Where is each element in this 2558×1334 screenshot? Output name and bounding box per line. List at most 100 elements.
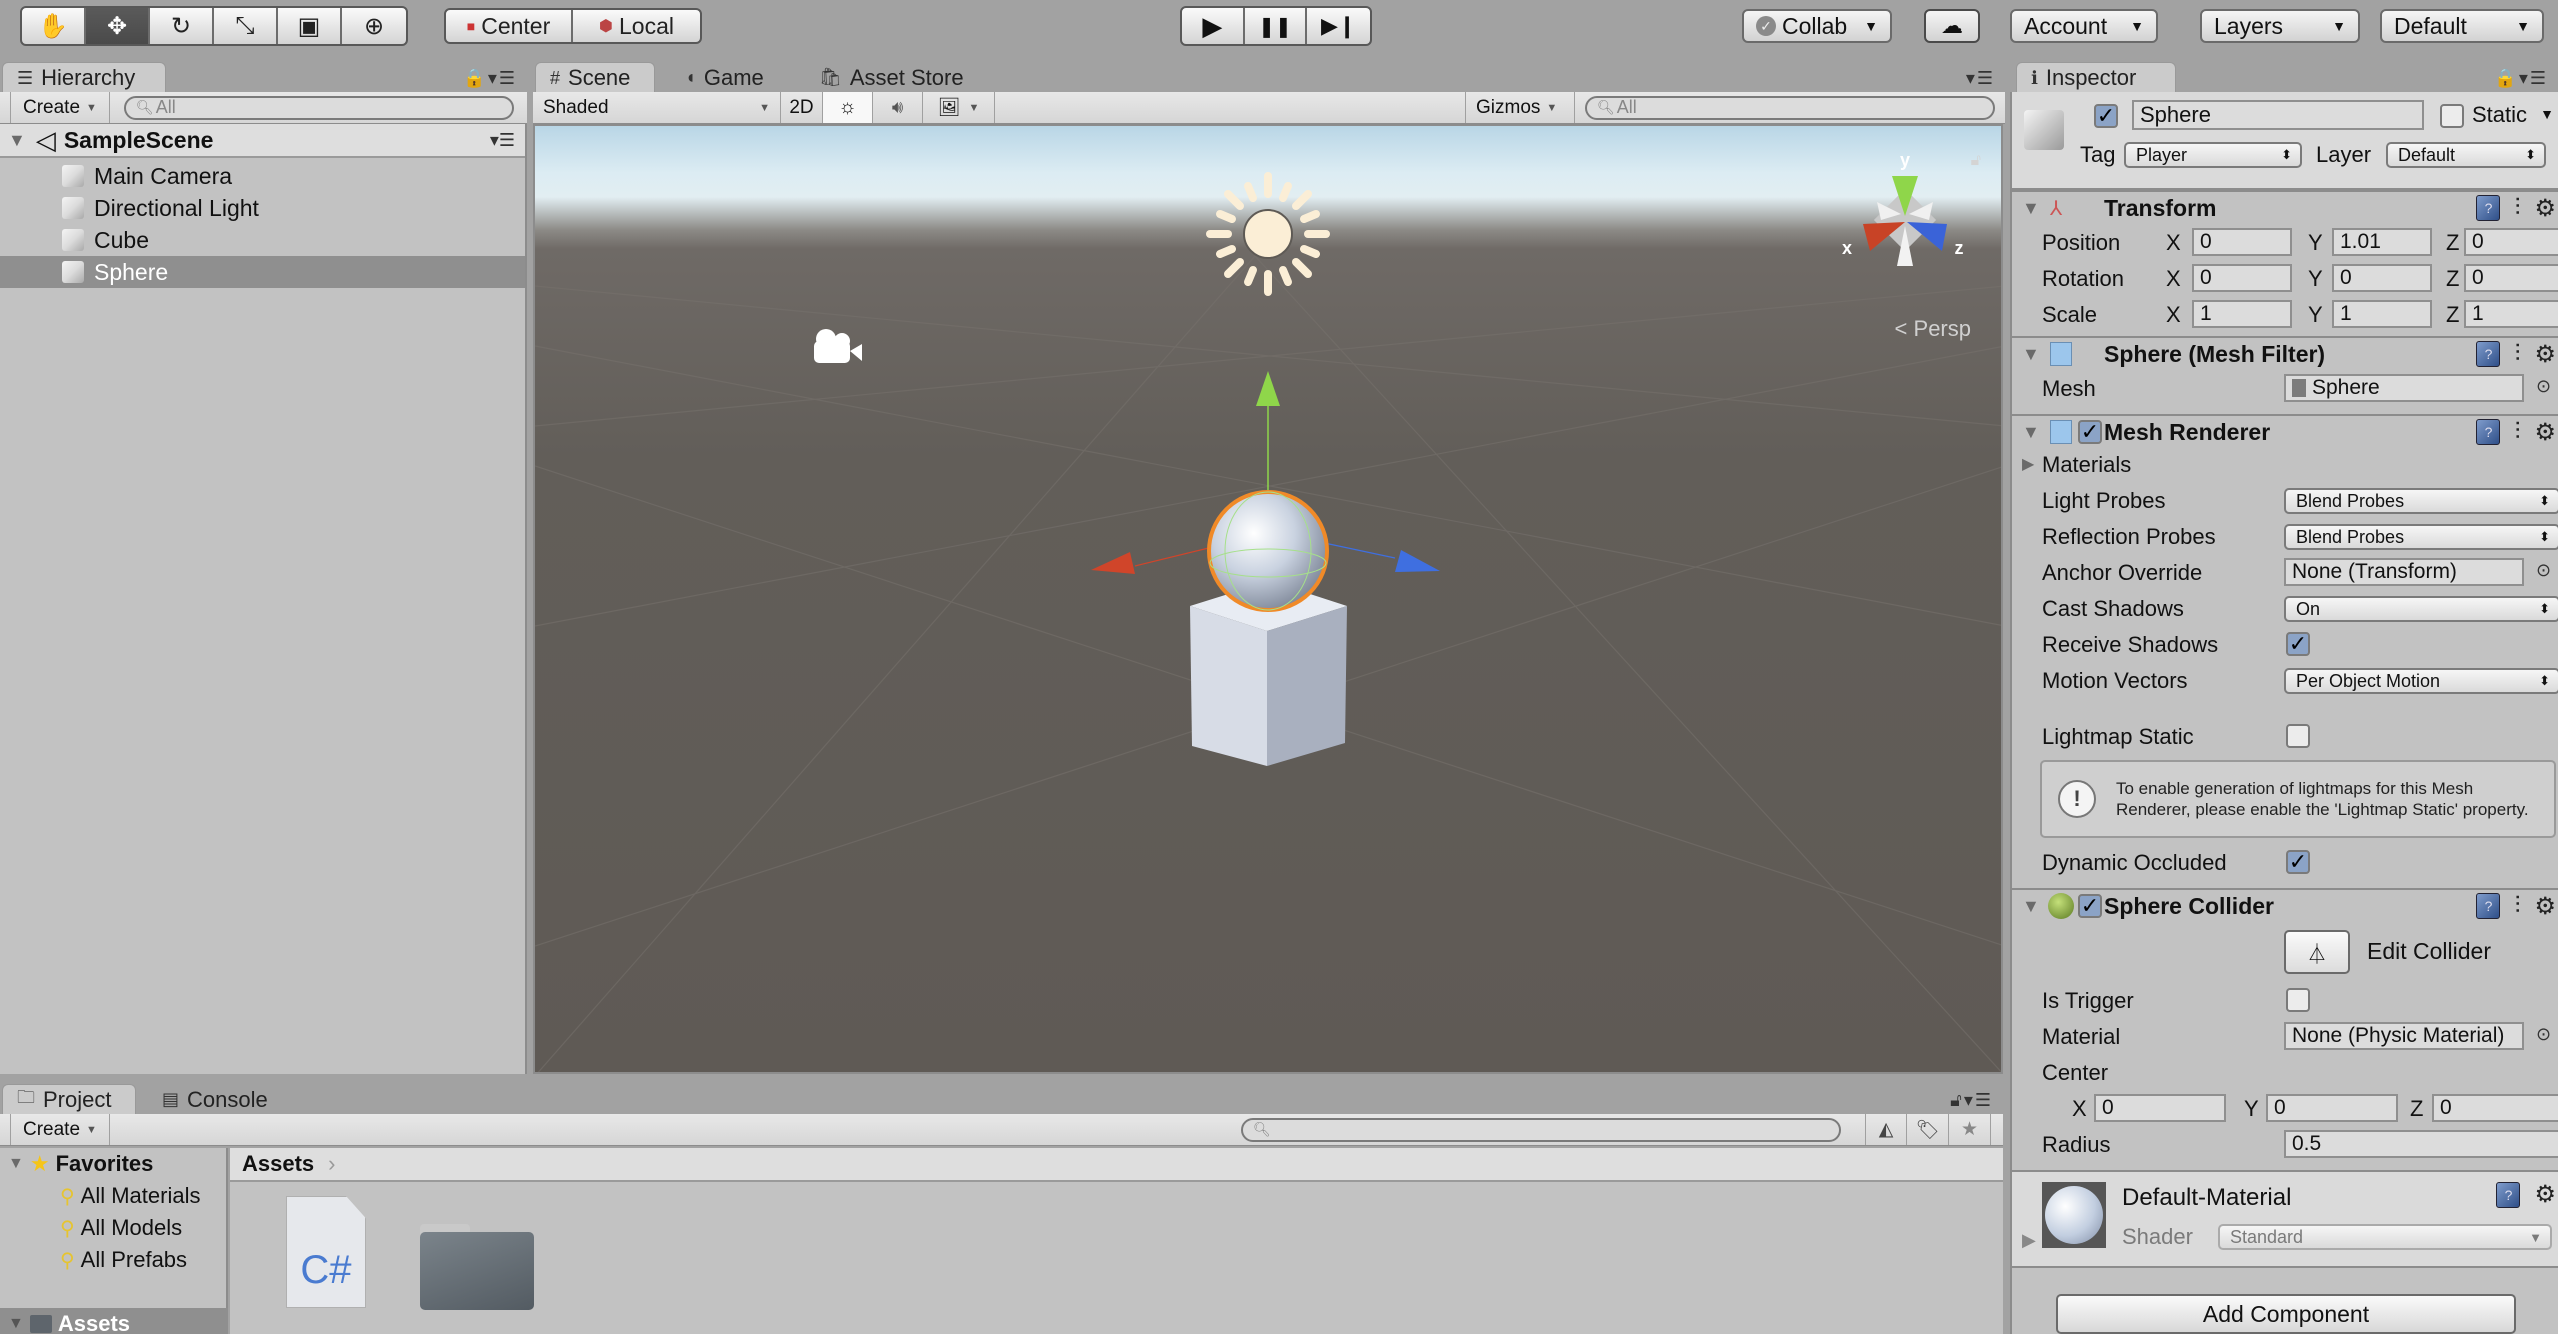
- center-z-input[interactable]: 0: [2432, 1094, 2558, 1122]
- z-axis-handle[interactable]: [1395, 550, 1440, 572]
- position-y-input[interactable]: 1.01: [2332, 228, 2432, 256]
- sphere-collider-enabled-checkbox[interactable]: ✓: [2078, 894, 2102, 918]
- mesh-renderer-enabled-checkbox[interactable]: ✓: [2078, 420, 2102, 444]
- tab-project[interactable]: 🗀 Project: [2, 1084, 136, 1115]
- hierarchy-item[interactable]: Directional Light: [0, 192, 525, 224]
- pivot-mode-button[interactable]: ■ Center: [446, 10, 574, 42]
- assets-folder-row[interactable]: ▼ Assets: [0, 1308, 228, 1334]
- camera-gizmo-icon[interactable]: [814, 329, 862, 363]
- receive-shadows-checkbox[interactable]: ✓: [2286, 632, 2310, 656]
- static-checkbox[interactable]: [2440, 104, 2464, 128]
- object-picker-icon[interactable]: ⊙: [2536, 376, 2551, 397]
- help-book-icon[interactable]: ?: [2476, 195, 2501, 221]
- help-book-icon[interactable]: ?: [2476, 893, 2501, 919]
- audio-toggle[interactable]: 🔊︎: [873, 92, 923, 123]
- step-button[interactable]: ▶❙: [1307, 8, 1370, 44]
- tab-console[interactable]: ▤ Console: [148, 1084, 284, 1115]
- reflection-probes-dropdown[interactable]: Blend Probes ⬍: [2284, 524, 2558, 550]
- tag-dropdown[interactable]: Player ⬍: [2124, 142, 2302, 168]
- pause-button[interactable]: ❚❚: [1245, 8, 1308, 44]
- gear-icon[interactable]: ⚙: [2534, 418, 2556, 447]
- favorite-button[interactable]: ★: [1949, 1114, 1991, 1145]
- favorite-item[interactable]: ⚲ All Models: [60, 1212, 182, 1244]
- csharp-script-asset[interactable]: C#: [286, 1196, 366, 1308]
- projection-toggle[interactable]: < Persp: [1895, 316, 1971, 342]
- collider-material-field[interactable]: None (Physic Material): [2284, 1022, 2524, 1050]
- motion-vectors-dropdown[interactable]: Per Object Motion ⬍: [2284, 668, 2558, 694]
- center-y-input[interactable]: 0: [2266, 1094, 2398, 1122]
- transform-tool-button[interactable]: ⊕: [342, 8, 406, 44]
- collapse-triangle-icon[interactable]: ▼: [2022, 344, 2040, 365]
- panel-lock-menu-icon[interactable]: 🔒▾☰: [463, 68, 517, 89]
- scene-header-row[interactable]: ▼ ◁ SampleScene ▾☰: [0, 124, 525, 158]
- object-name-input[interactable]: Sphere: [2132, 100, 2424, 130]
- play-button[interactable]: ▶: [1182, 8, 1245, 44]
- cloud-button[interactable]: ☁: [1924, 9, 1980, 43]
- radius-input[interactable]: 0.5: [2284, 1130, 2558, 1158]
- mesh-renderer-header[interactable]: ▼ ✓ Mesh Renderer ? ⫶ ⚙: [2012, 414, 2558, 448]
- hierarchy-create-button[interactable]: Create ▼: [10, 92, 110, 123]
- layers-dropdown[interactable]: Layers ▼: [2200, 9, 2360, 43]
- tab-game[interactable]: ◖ Game: [671, 62, 799, 93]
- favorite-item[interactable]: ⚲ All Materials: [60, 1180, 200, 1212]
- hierarchy-item-selected[interactable]: Sphere: [0, 256, 525, 288]
- collapse-triangle-icon[interactable]: ▼: [8, 1315, 24, 1333]
- hierarchy-item[interactable]: Cube: [0, 224, 525, 256]
- hierarchy-item[interactable]: Main Camera: [0, 160, 525, 192]
- help-book-icon[interactable]: ?: [2476, 419, 2501, 445]
- filter-by-label-button[interactable]: 🏷︎: [1907, 1114, 1949, 1145]
- preset-icon[interactable]: ⫶: [2514, 892, 2520, 920]
- folder-asset[interactable]: [420, 1224, 534, 1310]
- scene-search-input[interactable]: 🔍︎ All: [1585, 95, 1995, 120]
- transform-header[interactable]: ▼ ⅄ Transform ? ⫶ ⚙: [2012, 190, 2558, 224]
- position-z-input[interactable]: 0: [2464, 228, 2558, 256]
- gameobject-icon[interactable]: [2024, 110, 2064, 150]
- anchor-override-field[interactable]: None (Transform): [2284, 558, 2524, 586]
- collapse-triangle-icon[interactable]: ▼: [2022, 896, 2040, 917]
- hand-tool-button[interactable]: ✋: [22, 8, 86, 44]
- gear-icon[interactable]: ⚙: [2534, 1180, 2556, 1209]
- lightmap-static-checkbox[interactable]: [2286, 724, 2310, 748]
- gear-icon[interactable]: ⚙: [2534, 892, 2556, 921]
- cast-shadows-dropdown[interactable]: On ⬍: [2284, 596, 2558, 622]
- add-component-button[interactable]: Add Component: [2056, 1294, 2516, 1334]
- scale-y-input[interactable]: 1: [2332, 300, 2432, 328]
- collapse-triangle-icon[interactable]: ▼: [2022, 422, 2040, 443]
- center-x-input[interactable]: 0: [2094, 1094, 2226, 1122]
- static-dropdown-icon[interactable]: ▼: [2540, 106, 2554, 122]
- expand-triangle-icon[interactable]: ▶: [2022, 1230, 2036, 1251]
- gizmo-lock-icon[interactable]: 🔓︎: [1971, 152, 1981, 170]
- move-tool-button[interactable]: ✥: [86, 8, 150, 44]
- 2d-toggle[interactable]: 2D: [781, 92, 823, 123]
- project-search-input[interactable]: 🔍︎: [1241, 1117, 1841, 1142]
- scene-menu-icon[interactable]: ▾☰: [490, 130, 515, 151]
- dynamic-occluded-checkbox[interactable]: ✓: [2286, 850, 2310, 874]
- help-book-icon[interactable]: ?: [2476, 341, 2501, 367]
- lighting-toggle[interactable]: ☼: [823, 92, 873, 123]
- mesh-field[interactable]: Sphere: [2284, 374, 2524, 402]
- rotate-tool-button[interactable]: ↻: [150, 8, 214, 44]
- y-axis-handle[interactable]: [1256, 371, 1280, 406]
- filter-by-type-button[interactable]: ◭: [1865, 1114, 1907, 1145]
- layout-dropdown[interactable]: Default ▼: [2380, 9, 2544, 43]
- sphere-object-selected[interactable]: [1207, 490, 1329, 612]
- rotation-x-input[interactable]: 0: [2192, 264, 2292, 292]
- shader-dropdown[interactable]: Standard ▼: [2218, 1224, 2552, 1250]
- gizmos-dropdown[interactable]: Gizmos ▼: [1465, 92, 1575, 123]
- object-picker-icon[interactable]: ⊙: [2536, 560, 2551, 581]
- breadcrumb-assets[interactable]: Assets: [242, 1151, 314, 1177]
- project-create-button[interactable]: Create ▼: [10, 1114, 110, 1145]
- favorite-item[interactable]: ⚲ All Prefabs: [60, 1244, 187, 1276]
- collapse-triangle-icon[interactable]: ▼: [8, 1155, 24, 1173]
- x-axis-handle[interactable]: [1091, 552, 1135, 574]
- gear-icon[interactable]: ⚙: [2534, 194, 2556, 223]
- mesh-filter-header[interactable]: ▼ Sphere (Mesh Filter) ? ⫶ ⚙: [2012, 336, 2558, 370]
- tab-inspector[interactable]: ℹ Inspector: [2016, 62, 2176, 93]
- material-preview[interactable]: [2042, 1182, 2106, 1248]
- edit-collider-button[interactable]: ⏃: [2284, 930, 2350, 974]
- panel-menu-icon[interactable]: ▾☰: [1966, 68, 1995, 89]
- is-trigger-checkbox[interactable]: [2286, 988, 2310, 1012]
- pivot-rotation-button[interactable]: ⬢ Local: [573, 10, 700, 42]
- materials-foldout[interactable]: Materials: [2042, 452, 2131, 478]
- position-x-input[interactable]: 0: [2192, 228, 2292, 256]
